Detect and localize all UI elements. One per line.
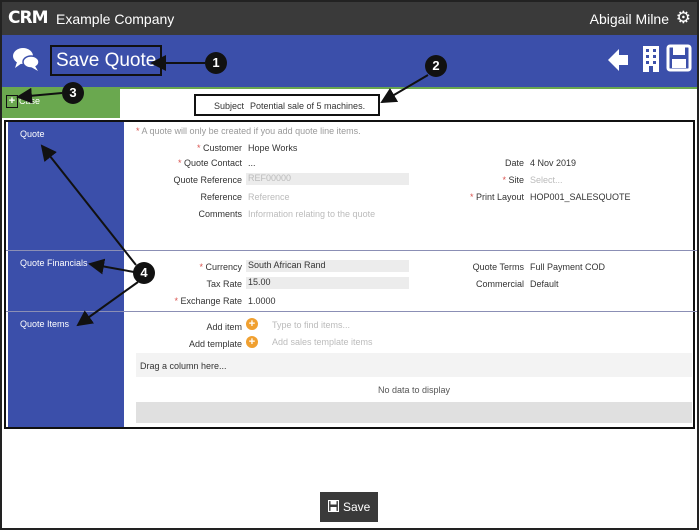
save-icon[interactable] <box>666 44 692 72</box>
grid-group-hint: Drag a column here... <box>140 361 227 371</box>
add-template-label: Add template <box>188 339 242 349</box>
case-section-tab[interactable]: + Case <box>2 89 120 118</box>
quote-section-label: Quote <box>20 129 45 139</box>
customer-field[interactable]: Hope Works <box>248 143 297 153</box>
reference-input[interactable]: Reference <box>248 192 290 202</box>
case-label: Case <box>19 96 41 106</box>
callout-3: 3 <box>62 82 84 104</box>
save-button[interactable]: Save <box>320 492 378 522</box>
currency-field[interactable]: South African Rand <box>246 260 409 272</box>
quote-section-tab[interactable]: Quote <box>8 122 124 250</box>
tax-rate-field[interactable]: 15.00 <box>246 277 409 289</box>
financials-section-tab[interactable]: Quote Financials <box>8 251 124 311</box>
app-header: CRM Example Company Abigail Milne ⚙ <box>2 2 697 35</box>
quote-reference-label: Quote Reference <box>173 175 242 185</box>
user-name[interactable]: Abigail Milne <box>590 11 669 27</box>
commercial-field[interactable]: Default <box>530 279 559 289</box>
financials-section-label: Quote Financials <box>20 258 88 268</box>
quote-terms-field[interactable]: Full Payment COD <box>530 262 605 272</box>
commercial-label: Commercial <box>475 279 524 289</box>
callout-2: 2 <box>425 55 447 77</box>
quote-terms-label: Quote Terms <box>472 262 524 272</box>
customer-label: * Customer <box>196 143 242 153</box>
subject-highlight: Subject Potential sale of 5 machines. <box>194 94 380 116</box>
subject-label: Subject <box>214 101 245 111</box>
tax-rate-label: Tax Rate <box>206 279 242 289</box>
callout-4: 4 <box>133 262 155 284</box>
grid-footer <box>136 402 692 423</box>
quote-reference-input[interactable]: REF00000 <box>246 173 409 185</box>
subject-value: Potential sale of 5 machines. <box>250 101 366 111</box>
back-arrow-icon[interactable] <box>606 47 630 73</box>
reference-label: Reference <box>200 192 242 202</box>
callout-1: 1 <box>205 52 227 74</box>
print-layout-label: * Print Layout <box>469 192 524 202</box>
add-item-input[interactable]: Type to find items... <box>272 320 350 330</box>
grid-empty-message: No data to display <box>377 385 451 395</box>
add-item-label: Add item <box>206 322 242 332</box>
print-layout-field[interactable]: HOP001_SALESQUOTE <box>530 192 631 202</box>
site-label: * Site <box>502 175 524 185</box>
crm-logo: CRM <box>8 8 48 28</box>
date-field[interactable]: 4 Nov 2019 <box>530 158 576 168</box>
company-name: Example Company <box>56 11 175 27</box>
expand-plus-icon[interactable]: + <box>6 95 18 108</box>
comments-label: Comments <box>198 209 242 219</box>
add-template-plus-icon[interactable]: + <box>246 336 258 348</box>
save-button-label: Save <box>343 500 371 514</box>
quote-contact-label: * Quote Contact <box>177 158 242 168</box>
items-section-tab[interactable]: Quote Items <box>8 312 124 427</box>
chat-icon <box>13 48 40 71</box>
comments-input[interactable]: Information relating to the quote <box>248 209 375 219</box>
site-select[interactable]: Select... <box>530 175 563 185</box>
title-bar: Save Quote <box>2 35 697 87</box>
currency-label: * Currency <box>199 262 242 272</box>
exchange-rate-label: * Exchange Rate <box>174 296 242 306</box>
add-template-input[interactable]: Add sales template items <box>272 337 373 347</box>
title-highlight: Save Quote <box>50 45 163 76</box>
add-item-plus-icon[interactable]: + <box>246 318 258 330</box>
grid-group-panel[interactable]: Drag a column here... <box>136 353 692 377</box>
building-icon[interactable] <box>642 45 660 73</box>
gear-icon[interactable]: ⚙ <box>676 8 691 28</box>
page-title: Save Quote <box>56 50 157 71</box>
save-icon <box>328 500 339 512</box>
exchange-rate-field[interactable]: 1.0000 <box>248 296 276 306</box>
quote-contact-field[interactable]: ... <box>248 158 256 168</box>
quote-note: * A quote will only be created if you ad… <box>136 126 361 136</box>
items-section-label: Quote Items <box>20 319 70 329</box>
date-label: Date <box>504 158 524 168</box>
